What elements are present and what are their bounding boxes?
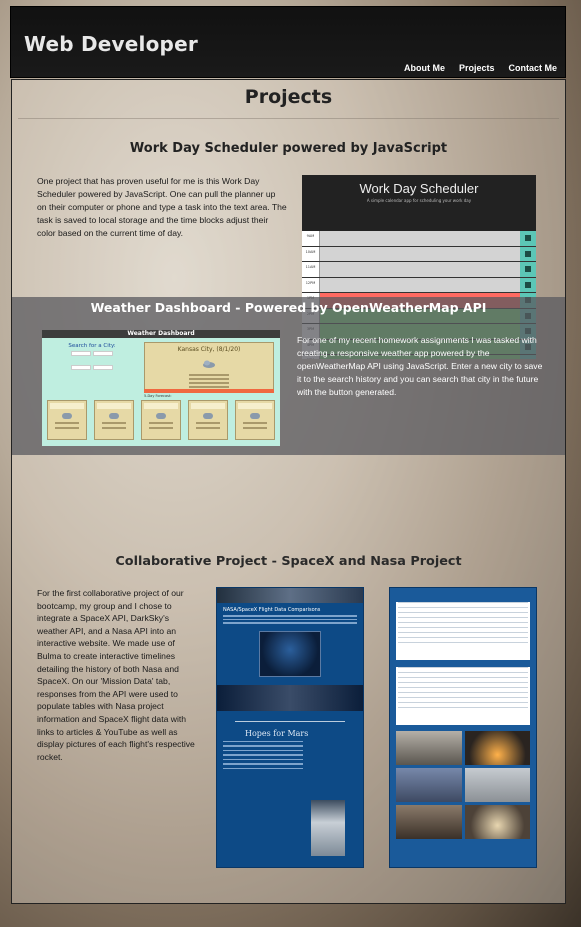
forecast-date [238,403,272,409]
rocket-image-grid [396,731,530,839]
rocket-photo [396,731,462,765]
forecast-humidity [55,427,79,429]
current-details [145,374,273,388]
weather-icon [62,413,72,419]
forecast-temp [196,422,220,424]
forecast-date [191,403,225,409]
save-icon [520,277,536,292]
weather-icon [156,413,166,419]
intro-text-lines [217,615,363,624]
rocket-image [311,800,345,856]
nav-links: About Me Projects Contact Me [404,63,557,73]
project1-title: Work Day Scheduler powered by JavaScript [129,141,448,156]
weather-header: Weather Dashboard [42,330,280,338]
flight-data-heading: NASA/SpaceX Flight Data Comparisons [223,607,321,613]
forecast-card [47,400,87,440]
forecast-humidity [149,427,173,429]
scheduler-subtitle: A simple calendar app for scheduling you… [366,198,472,203]
project3-title: Collaborative Project - SpaceX and Nasa … [115,554,462,569]
forecast-temp [55,422,79,424]
hour-label: 9AM [302,231,320,246]
forecast-date [97,403,131,409]
forecast-date [144,403,178,409]
cloud-icon [203,360,215,368]
current-city: Kansas City, (8/1/20) [177,346,241,353]
scheduler-header: Work Day Scheduler A simple calendar app… [302,175,536,231]
uv-index-bar [144,389,274,393]
nav-projects[interactable]: Projects [459,63,495,73]
weather-icon [203,413,213,419]
weather-search: Search for a City: [47,343,137,375]
task-textarea [320,246,520,261]
hour-label: 10AM [302,246,320,261]
forecast-humidity [196,427,220,429]
current-weather-card: Kansas City, (8/1/20) [144,342,274,390]
forecast-temp [102,422,126,424]
nav-contact-me[interactable]: Contact Me [508,63,557,73]
navbar: Web Developer About Me Projects Contact … [10,6,566,78]
history-button [93,365,113,370]
save-icon [520,262,536,277]
project2-description: For one of my recent homework assignment… [297,335,543,397]
spacex-nasa-screenshot-2[interactable] [389,587,537,868]
save-icon [520,231,536,246]
forecast-date [50,403,84,409]
rocket-photo [464,805,530,839]
site-banner [217,588,363,603]
history-button [71,365,91,370]
time-block: 10AM [302,246,536,262]
nasa-project-table [396,602,530,660]
forecast-card [235,400,275,440]
project2-title: Weather Dashboard - Powered by OpenWeath… [90,300,487,315]
hopes-for-mars-heading: Hopes for Mars [245,728,309,738]
projects-container: Projects Work Day Scheduler powered by J… [11,79,566,904]
title-divider [18,118,559,119]
rocket-photo [396,805,462,839]
time-block: 12PM [302,277,536,293]
weather-icon [109,413,119,419]
rocket-photo [464,731,530,765]
save-icon [520,246,536,261]
time-block: 9AM [302,231,536,247]
project1-description: One project that has proven useful for m… [37,176,287,238]
scheduler-title: Work Day Scheduler [359,181,479,196]
forecast-card [188,400,228,440]
hour-label: 12PM [302,277,320,292]
earth-image [259,630,321,677]
forecast-humidity [243,427,267,429]
rocket-photo [396,768,462,802]
forecast-humidity [102,427,126,429]
weather-section: Weather Dashboard - Powered by OpenWeath… [12,297,565,455]
task-textarea [320,277,520,292]
spacex-flight-table [396,667,530,725]
forecast-card [141,400,181,440]
brand-title[interactable]: Web Developer [24,32,198,56]
banner-divider [217,684,363,711]
nav-about-me[interactable]: About Me [404,63,445,73]
task-textarea [320,262,520,277]
mars-text-lines [217,740,363,769]
project3-description: For the first collaborative project of o… [37,588,195,762]
search-label: Search for a City: [68,343,116,349]
task-textarea [320,231,520,246]
forecast-temp [243,422,267,424]
history-buttons [47,356,137,375]
rocket-photo [464,768,530,802]
weather-icon [250,413,260,419]
forecast-temp [149,422,173,424]
forecast-card [94,400,134,440]
hour-label: 11AM [302,262,320,277]
forecast-label: 5-Day Forecast: [144,394,172,398]
spacex-nasa-screenshot-1[interactable]: NASA/SpaceX Flight Data Comparisons Hope… [216,587,364,868]
weather-dashboard-screenshot[interactable]: Weather Dashboard Search for a City: Kan… [42,330,280,446]
page-title: Projects [244,86,333,108]
time-block: 11AM [302,262,536,278]
